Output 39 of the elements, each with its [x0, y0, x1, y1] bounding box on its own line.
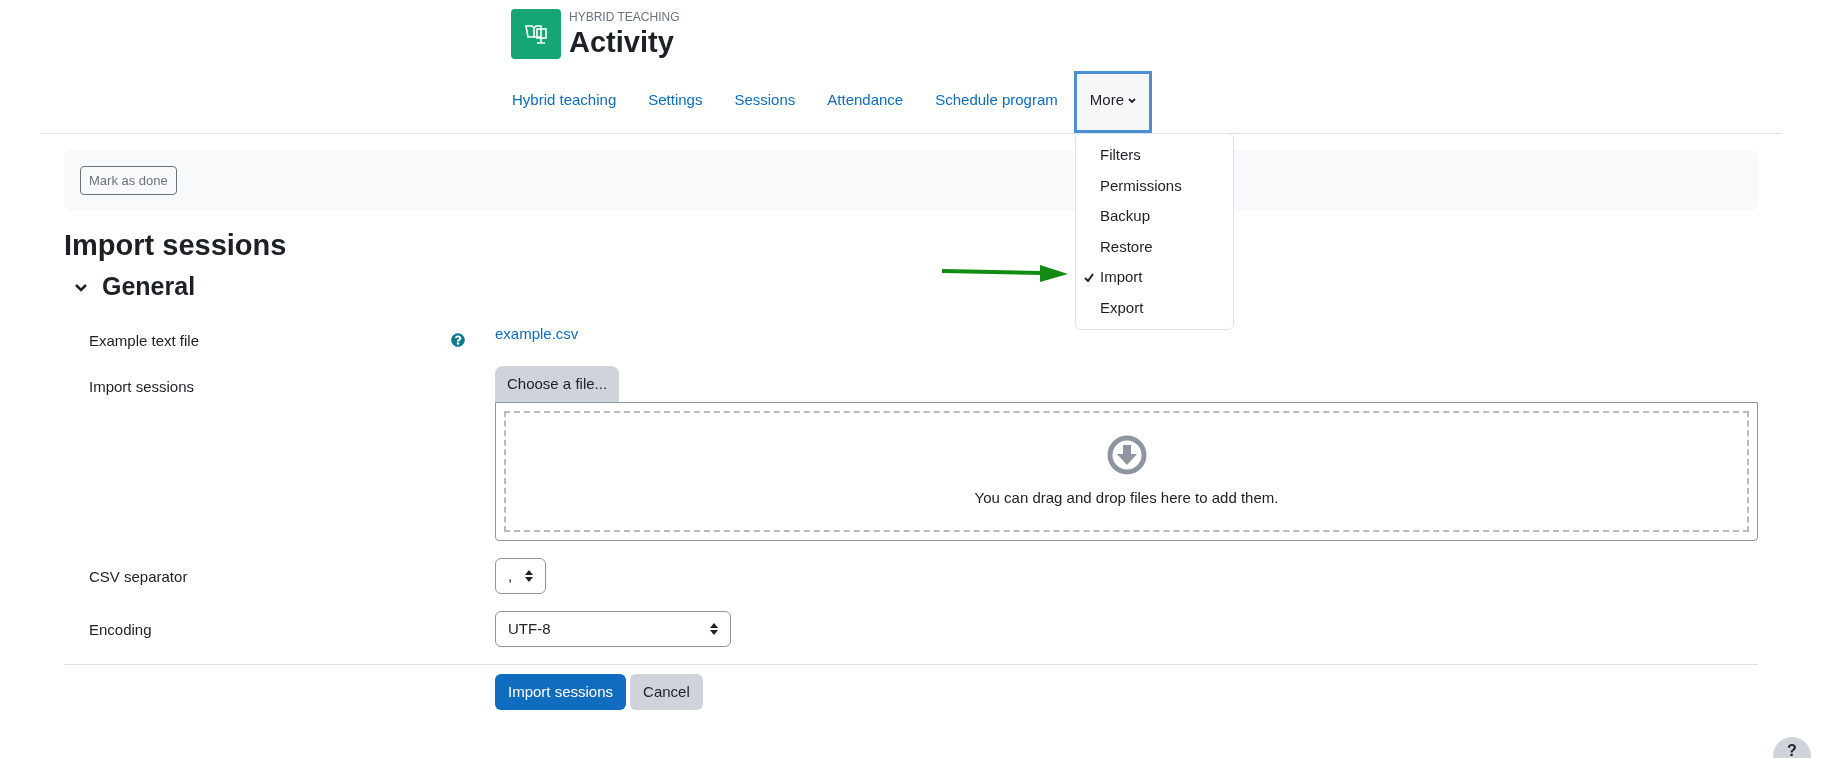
- nav-tab[interactable]: Sessions: [718, 71, 812, 133]
- import-button[interactable]: Import sessions: [495, 674, 627, 710]
- menu-item[interactable]: Backup: [1076, 201, 1233, 232]
- field-label: Import sessions: [89, 377, 195, 397]
- select-field[interactable]: UTF-8: [495, 611, 731, 647]
- sort-arrows-icon: [525, 570, 533, 582]
- menu-item[interactable]: Restore: [1076, 231, 1233, 262]
- cancel-button[interactable]: Cancel: [630, 674, 703, 710]
- menu-item[interactable]: Permissions: [1076, 170, 1233, 201]
- check-icon: [1084, 272, 1094, 282]
- book-monitor-icon: [524, 23, 548, 45]
- drop-hint: You can drag and drop files here to add them.: [974, 488, 1279, 508]
- sort-arrows-icon: [710, 623, 718, 635]
- download-icon: [1106, 435, 1147, 475]
- example-file-link[interactable]: example.csv: [495, 324, 579, 342]
- select-value: ,: [508, 565, 513, 586]
- nav-tab[interactable]: Hybrid teaching: [496, 71, 633, 133]
- drop-zone[interactable]: You can drag and drop files here to add them.: [495, 402, 1758, 541]
- menu-item[interactable]: Export: [1076, 292, 1233, 323]
- chevron-down-icon: [1128, 97, 1136, 104]
- field-label: Example text file: [89, 330, 200, 351]
- field-label: Encoding: [89, 620, 152, 640]
- field-label: CSV separator: [89, 567, 188, 587]
- page-heading: Import sessions: [64, 228, 287, 262]
- select-value: UTF-8: [508, 618, 551, 639]
- help-button[interactable]: ?: [1773, 737, 1811, 758]
- menu-item[interactable]: Filters: [1076, 140, 1233, 171]
- nav-tab[interactable]: Settings: [632, 71, 719, 133]
- activity-category: HYBRID TEACHING: [569, 10, 680, 24]
- mark-done-button[interactable]: Mark as done: [80, 166, 177, 195]
- section-heading: General: [102, 271, 196, 302]
- menu-item[interactable]: Import: [1076, 262, 1233, 293]
- activity-title: Activity: [569, 25, 675, 60]
- nav-tab[interactable]: Schedule program: [919, 71, 1074, 133]
- help-icon[interactable]: [451, 332, 465, 347]
- select-field[interactable]: ,: [495, 558, 546, 594]
- nav-tab[interactable]: Attendance: [811, 71, 920, 133]
- more-tab[interactable]: More: [1073, 71, 1152, 133]
- choose-file-button[interactable]: Choose a file...: [495, 366, 620, 402]
